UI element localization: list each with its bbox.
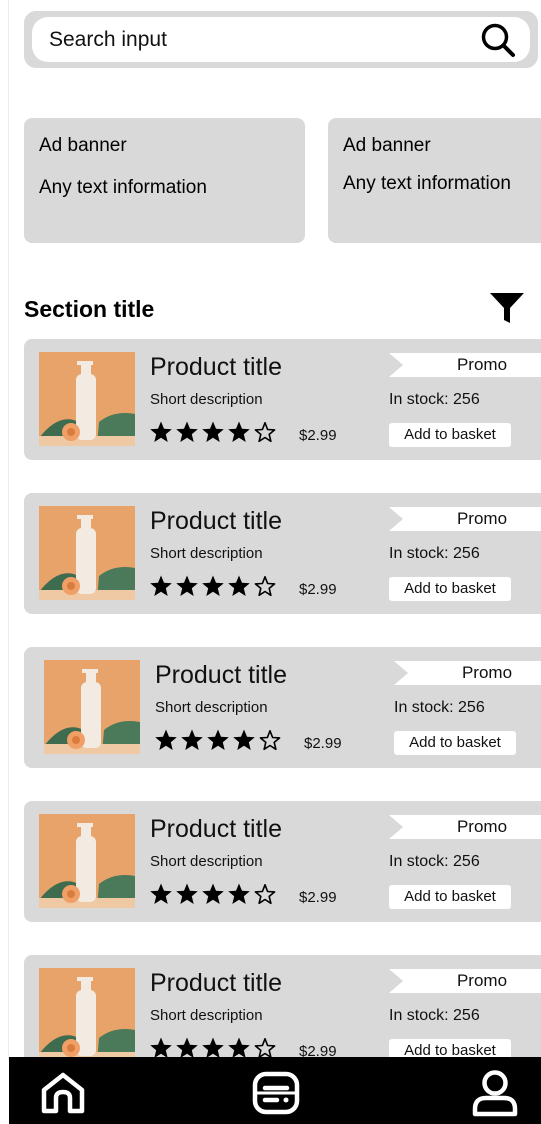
search-placeholder: Search input — [49, 27, 167, 51]
star-filled-icon — [149, 882, 173, 906]
add-to-basket-button[interactable]: Add to basket — [389, 885, 511, 909]
add-to-basket-button[interactable]: Add to basket — [394, 731, 516, 755]
product-image[interactable] — [39, 352, 135, 446]
star-filled-icon — [201, 574, 225, 598]
star-filled-icon — [154, 728, 178, 752]
ad-banner[interactable]: Ad banner Any text information — [328, 118, 541, 243]
product-price: $2.99 — [299, 427, 337, 444]
star-filled-icon — [227, 420, 251, 444]
star-filled-icon — [149, 574, 173, 598]
product-description: Short description — [150, 1007, 263, 1024]
profile-icon — [472, 1070, 518, 1117]
add-to-basket-button[interactable]: Add to basket — [389, 423, 511, 447]
product-price: $2.99 — [299, 581, 337, 598]
star-filled-icon — [206, 728, 230, 752]
search-icon[interactable] — [478, 20, 518, 60]
star-empty-icon — [253, 420, 277, 444]
product-image[interactable] — [39, 968, 135, 1062]
product-image[interactable] — [39, 506, 135, 600]
star-filled-icon — [232, 728, 256, 752]
search-bar: Search input — [24, 11, 538, 68]
nav-catalog-button[interactable] — [252, 1069, 300, 1117]
section-title: Section title — [24, 296, 155, 322]
nav-home-button[interactable] — [39, 1069, 87, 1117]
promo-label: Promo — [456, 817, 508, 836]
promo-label: Promo — [456, 971, 508, 990]
star-filled-icon — [149, 420, 173, 444]
stock-count: In stock: 256 — [394, 699, 485, 716]
promo-badge: Promo — [389, 353, 541, 377]
promo-badge: Promo — [389, 969, 541, 993]
product-description: Short description — [150, 853, 263, 870]
product-image[interactable] — [39, 814, 135, 908]
star-filled-icon — [227, 882, 251, 906]
add-to-basket-button[interactable]: Add to basket — [389, 577, 511, 601]
bottom-navigation — [9, 1057, 541, 1124]
star-filled-icon — [175, 574, 199, 598]
stock-count: In stock: 256 — [389, 853, 480, 870]
stock-count: In stock: 256 — [389, 391, 480, 408]
banner-title: Ad banner — [343, 135, 431, 156]
nav-profile-button[interactable] — [471, 1069, 519, 1117]
catalog-icon — [252, 1071, 300, 1115]
promo-badge: Promo — [389, 507, 541, 531]
promo-label: Promo — [456, 509, 508, 528]
promo-label: Promo — [461, 663, 513, 682]
promo-badge: Promo — [394, 661, 541, 685]
product-title[interactable]: Product title — [150, 353, 282, 381]
product-title[interactable]: Product title — [150, 815, 282, 843]
promo-label: Promo — [456, 355, 508, 374]
ad-banner[interactable]: Ad banner Any text information — [24, 118, 305, 243]
star-filled-icon — [175, 420, 199, 444]
product-description: Short description — [155, 699, 268, 716]
product-description: Short description — [150, 545, 263, 562]
product-card-content: Product title Short description $2.99 Pr… — [39, 505, 541, 605]
product-title[interactable]: Product title — [150, 969, 282, 997]
stock-count: In stock: 256 — [389, 1007, 480, 1024]
product-price: $2.99 — [299, 889, 337, 906]
star-empty-icon — [253, 882, 277, 906]
product-card-content: Product title Short description $2.99 Pr… — [44, 659, 541, 759]
product-rating — [149, 420, 277, 444]
star-filled-icon — [227, 574, 251, 598]
filter-icon[interactable] — [489, 290, 525, 326]
app-screen: Search input Ad banner Any text informat… — [0, 0, 541, 1124]
star-empty-icon — [253, 574, 277, 598]
banner-title: Ad banner — [39, 135, 127, 156]
product-card-content: Product title Short description $2.99 Pr… — [39, 967, 541, 1067]
star-filled-icon — [201, 882, 225, 906]
product-card[interactable]: Product title Short description $2.99 Pr… — [24, 493, 541, 614]
stock-count: In stock: 256 — [389, 545, 480, 562]
product-card[interactable]: Product title Short description $2.99 Pr… — [24, 801, 541, 922]
product-card[interactable]: Product title Short description $2.99 Pr… — [24, 647, 541, 768]
promo-badge: Promo — [389, 815, 541, 839]
product-rating — [149, 882, 277, 906]
banner-text: Any text information — [39, 177, 207, 198]
banner-text: Any text information — [343, 173, 511, 194]
product-price: $2.99 — [304, 735, 342, 752]
star-filled-icon — [201, 420, 225, 444]
product-rating — [154, 728, 282, 752]
star-filled-icon — [180, 728, 204, 752]
product-card[interactable]: Product title Short description $2.99 Pr… — [24, 339, 541, 460]
product-card-content: Product title Short description $2.99 Pr… — [39, 813, 541, 913]
star-filled-icon — [175, 882, 199, 906]
product-description: Short description — [150, 391, 263, 408]
product-image[interactable] — [44, 660, 140, 754]
divider — [8, 0, 9, 1060]
home-icon — [41, 1072, 85, 1114]
search-input[interactable]: Search input — [32, 17, 530, 62]
product-rating — [149, 574, 277, 598]
product-title[interactable]: Product title — [150, 507, 282, 535]
product-card-content: Product title Short description $2.99 Pr… — [39, 351, 541, 451]
star-empty-icon — [258, 728, 282, 752]
product-title[interactable]: Product title — [155, 661, 287, 689]
